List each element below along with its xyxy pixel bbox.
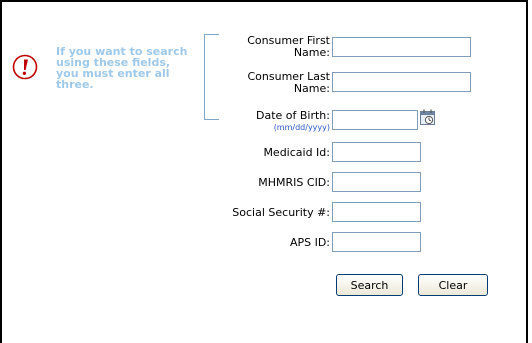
- aps-id-label: APS ID:: [289, 236, 330, 249]
- first-name-label: Consumer First Name:: [247, 34, 330, 59]
- medicaid-id-label: Medicaid Id:: [263, 146, 330, 159]
- last-name-input[interactable]: [332, 72, 471, 92]
- exclamation-warning-icon: [12, 54, 38, 80]
- medicaid-id-input[interactable]: [332, 142, 421, 162]
- dob-input[interactable]: [332, 110, 418, 130]
- calendar-icon[interactable]: [420, 109, 436, 126]
- mhmris-cid-input[interactable]: [332, 172, 421, 192]
- dob-format-hint: (mm/dd/yyyy): [273, 123, 330, 132]
- name-dob-group-bracket: [204, 34, 219, 120]
- last-name-label: Consumer Last Name:: [247, 70, 331, 95]
- required-fields-notice: If you want to search using these fields…: [12, 44, 197, 104]
- first-name-input[interactable]: [332, 37, 471, 57]
- aps-id-input[interactable]: [332, 232, 421, 252]
- mhmris-cid-label: MHMRIS CID:: [258, 176, 330, 189]
- notice-text: If you want to search using these fields…: [56, 45, 188, 91]
- ssn-input[interactable]: [332, 202, 421, 222]
- search-panel: If you want to search using these fields…: [0, 0, 528, 343]
- dob-label: Date of Birth:: [255, 109, 330, 122]
- search-button[interactable]: Search: [336, 274, 403, 296]
- ssn-label: Social Security #:: [232, 206, 330, 219]
- clear-button[interactable]: Clear: [418, 274, 488, 296]
